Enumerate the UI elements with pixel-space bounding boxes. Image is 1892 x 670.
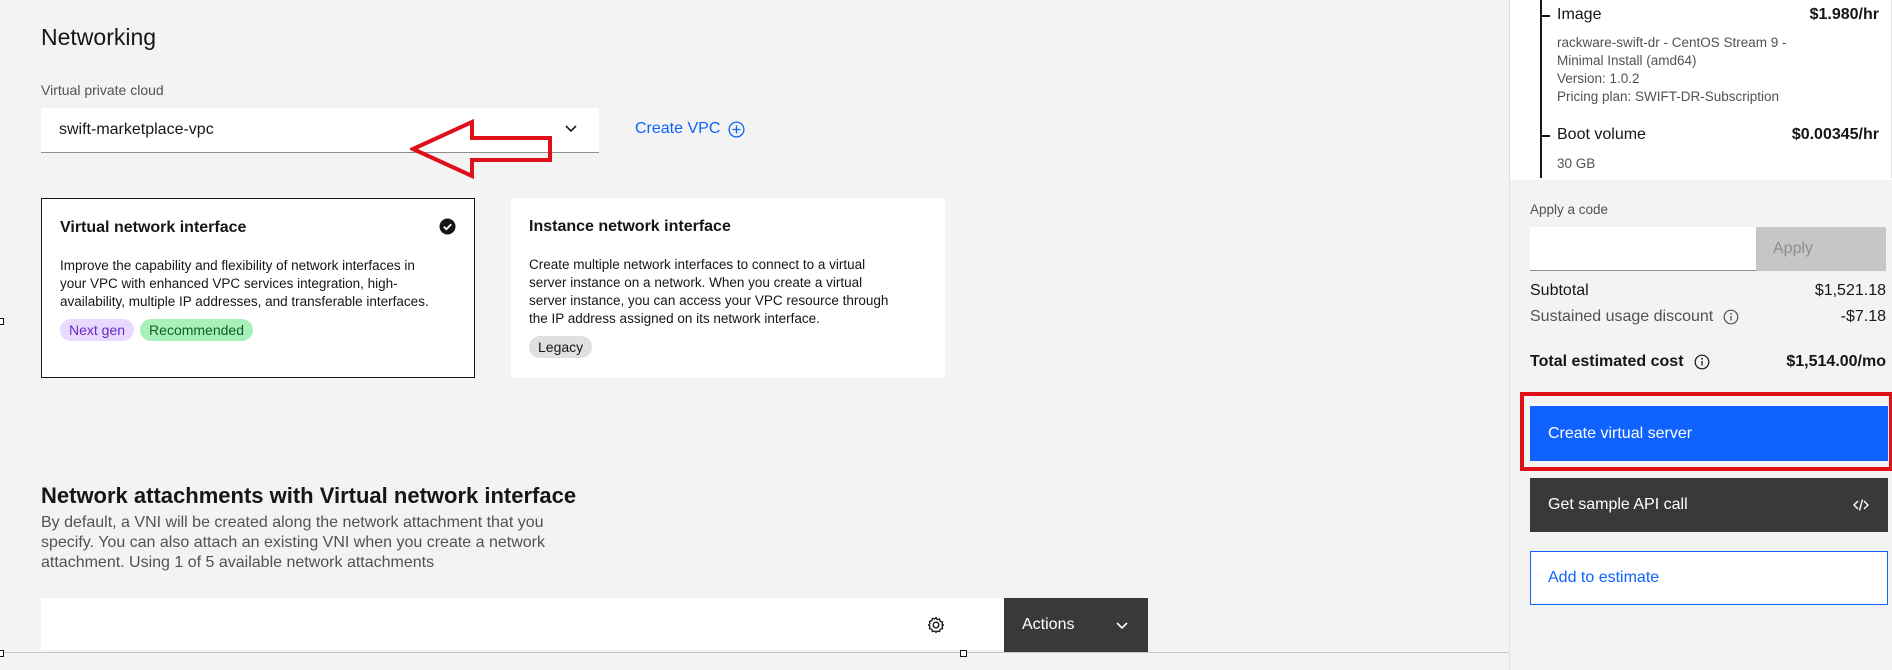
actions-button[interactable]: Actions <box>1004 598 1148 652</box>
image-version-line: Version: 1.0.2 <box>1557 71 1640 86</box>
legacy-tag: Legacy <box>529 336 593 358</box>
code-icon <box>1853 499 1869 511</box>
ini-tile-title: Instance network interface <box>529 218 731 235</box>
annotation-arrow-icon <box>410 118 552 180</box>
code-label: Apply a code <box>1530 202 1609 217</box>
image-name-line: rackware-swift-dr - CentOS Stream 9 - <box>1557 35 1787 50</box>
vpc-label: Virtual private cloud <box>41 82 164 98</box>
main-content: Networking Virtual private cloud swift-m… <box>0 0 1509 670</box>
checkout-section: Apply a code Apply Subtotal $1,521.18 Su… <box>1510 180 1892 670</box>
attachments-title: Network attachments with Virtual network… <box>41 483 577 508</box>
timeline-line <box>1540 0 1542 178</box>
create-vpc-label: Create VPC <box>635 120 721 137</box>
boot-volume-price: $0.00345/hr <box>1791 126 1879 143</box>
timeline-tick <box>1540 135 1550 137</box>
subtotal-label: Subtotal <box>1530 282 1589 299</box>
promo-code-input[interactable] <box>1530 227 1756 271</box>
boot-volume-detail: 30 GB <box>1557 156 1596 171</box>
apply-button[interactable]: Apply <box>1756 227 1886 271</box>
gear-icon[interactable] <box>926 615 946 635</box>
ini-tile-description: Create multiple network interfaces to co… <box>529 257 889 326</box>
info-icon[interactable] <box>1723 309 1739 325</box>
discount-row: Sustained usage discount -$7.18 <box>1530 308 1886 326</box>
image-label: Image <box>1557 6 1602 23</box>
ini-tile[interactable]: Instance network interface Create multip… <box>511 198 945 378</box>
add-to-estimate-button[interactable]: Add to estimate <box>1530 551 1888 605</box>
add-to-estimate-label: Add to estimate <box>1548 569 1660 586</box>
create-virtual-server-label: Create virtual server <box>1548 424 1693 442</box>
total-row: Total estimated cost $1,514.00/mo <box>1530 353 1886 371</box>
boot-volume-row: Boot volume $0.00345/hr <box>1557 126 1879 144</box>
image-variant-line: Minimal Install (amd64) <box>1557 53 1697 68</box>
image-price: $1.980/hr <box>1809 6 1879 23</box>
summary-panel: Image $1.980/hr rackware-swift-dr - Cent… <box>1509 0 1892 670</box>
vni-tile[interactable]: Virtual network interface Improve the ca… <box>41 198 475 378</box>
image-detail: rackware-swift-dr - CentOS Stream 9 - Mi… <box>1557 34 1787 106</box>
discount-label: Sustained usage discount <box>1530 308 1714 325</box>
boot-volume-label: Boot volume <box>1557 126 1646 143</box>
subtotal-value: $1,521.18 <box>1814 282 1886 299</box>
total-value: $1,514.00/mo <box>1786 353 1886 370</box>
total-label: Total estimated cost <box>1530 353 1684 370</box>
discount-value: -$7.18 <box>1840 308 1886 325</box>
resize-handle[interactable] <box>0 650 4 657</box>
cost-breakdown: Image $1.980/hr rackware-swift-dr - Cent… <box>1510 0 1892 180</box>
resize-handle[interactable] <box>960 650 967 657</box>
checkmark-filled-icon <box>439 218 456 235</box>
vni-tile-title: Virtual network interface <box>60 219 247 236</box>
subtotal-row: Subtotal $1,521.18 <box>1530 282 1886 300</box>
image-row: Image $1.980/hr <box>1557 6 1879 24</box>
vpc-selected-value: swift-marketplace-vpc <box>59 121 214 138</box>
get-sample-api-label: Get sample API call <box>1548 496 1688 513</box>
next-gen-tag: Next gen <box>60 319 135 341</box>
vni-tile-description: Improve the capability and flexibility o… <box>60 258 429 309</box>
chevron-down-icon <box>565 125 577 133</box>
chevron-down-icon <box>1116 622 1128 630</box>
attachments-description: By default, a VNI will be created along … <box>41 514 545 571</box>
resize-handle[interactable] <box>0 318 4 325</box>
info-icon[interactable] <box>1694 354 1710 370</box>
get-sample-api-button[interactable]: Get sample API call <box>1530 478 1888 532</box>
image-plan-line: Pricing plan: SWIFT-DR-Subscription <box>1557 89 1780 104</box>
networking-title: Networking <box>41 24 157 50</box>
add-circle-icon <box>728 120 745 138</box>
attachments-toolbar <box>41 598 1004 650</box>
actions-label: Actions <box>1022 616 1075 633</box>
timeline-tick <box>1540 15 1550 17</box>
create-vpc-link[interactable]: Create VPC <box>635 120 745 138</box>
recommended-tag: Recommended <box>140 319 253 341</box>
create-virtual-server-button[interactable]: Create virtual server <box>1530 406 1888 461</box>
divider <box>0 652 1509 653</box>
